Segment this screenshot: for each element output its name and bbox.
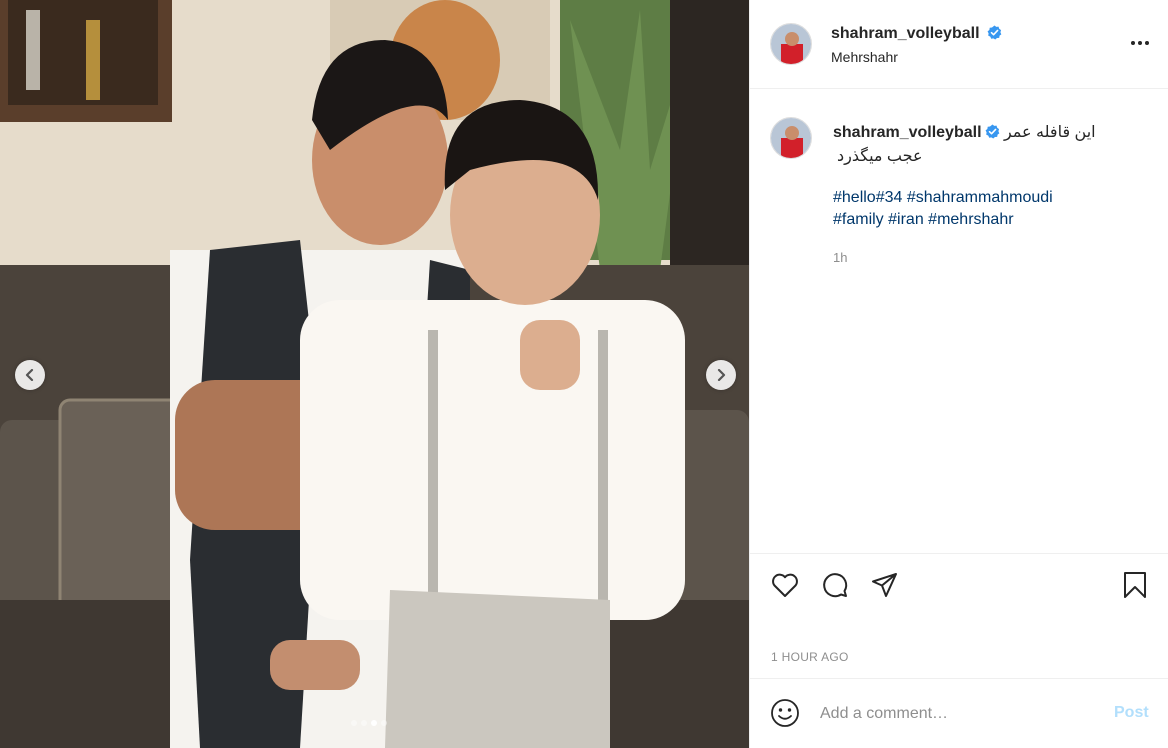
post-timestamp[interactable]: 1 HOUR AGO — [771, 650, 849, 664]
hashtag-link[interactable]: #iran — [884, 211, 924, 228]
post-photo — [0, 0, 749, 748]
next-slide-button[interactable] — [706, 360, 736, 390]
chevron-right-icon — [717, 369, 726, 381]
comment-bar: Post — [750, 678, 1168, 748]
author-username-row[interactable]: shahram_volleyball — [831, 25, 1002, 43]
hashtag-link[interactable]: #34 — [876, 189, 903, 206]
more-options-icon-dot — [1138, 41, 1142, 45]
smiley-icon[interactable] — [770, 698, 800, 728]
avatar-image — [771, 118, 811, 158]
heart-icon[interactable] — [770, 570, 800, 600]
verified-badge-icon — [987, 25, 1002, 40]
post-header: shahram_volleyball Mehrshahr — [750, 0, 1168, 89]
bookmark-icon[interactable] — [1120, 570, 1150, 600]
comment-input[interactable] — [820, 701, 1100, 727]
avatar-image — [771, 24, 811, 64]
caption: shahram_volleyball این قافله عمر عجب میگ… — [833, 121, 1113, 169]
caption-username[interactable]: shahram_volleyball — [833, 124, 982, 141]
carousel-indicator — [351, 720, 387, 726]
action-bar — [750, 553, 1168, 613]
previous-slide-button[interactable] — [15, 360, 45, 390]
caption-author-avatar[interactable] — [770, 117, 812, 159]
more-options-icon — [1131, 41, 1135, 45]
author-avatar[interactable] — [770, 23, 812, 65]
carousel-dot-active — [371, 720, 377, 726]
more-options-button[interactable] — [1128, 35, 1152, 51]
chevron-left-icon — [25, 369, 34, 381]
paper-plane-icon[interactable] — [870, 570, 900, 600]
hashtag-link[interactable]: #shahrammahmoudi — [902, 189, 1053, 206]
hashtag-link[interactable]: #family — [833, 211, 884, 228]
author-username[interactable]: shahram_volleyball — [831, 25, 980, 42]
post-comment-button[interactable]: Post — [1114, 704, 1149, 722]
caption-section: shahram_volleyball این قافله عمر عجب میگ… — [750, 90, 1168, 554]
carousel-dot — [351, 720, 357, 726]
post-side-panel: shahram_volleyball Mehrshahr shahram_vol… — [749, 0, 1168, 748]
carousel-dot — [361, 720, 367, 726]
hashtag-link[interactable]: #mehrshahr — [924, 211, 1013, 228]
caption-relative-time[interactable]: 1h — [833, 250, 847, 265]
carousel-dot — [381, 720, 387, 726]
verified-badge-icon — [985, 124, 999, 139]
post-media[interactable] — [0, 0, 749, 748]
more-options-icon-dot — [1145, 41, 1149, 45]
hashtag-link[interactable]: #hello — [833, 189, 876, 206]
caption-hashtags: #hello#34 #shahrammahmoudi #family #iran… — [833, 187, 1143, 231]
post-location[interactable]: Mehrshahr — [831, 49, 898, 65]
comment-icon[interactable] — [820, 570, 850, 600]
